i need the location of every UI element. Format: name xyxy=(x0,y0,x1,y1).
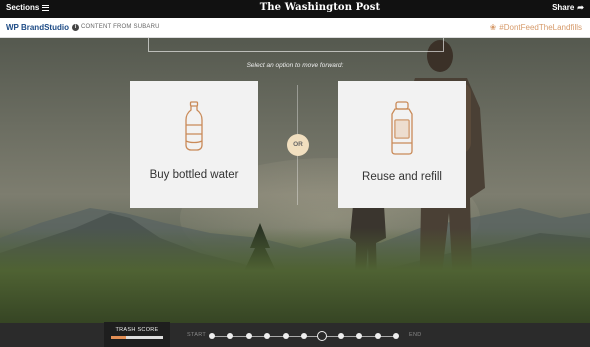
hashtag-link[interactable]: ❀ #DontFeedTheLandfills xyxy=(490,23,582,32)
grass-foreground xyxy=(0,228,590,323)
progress-step xyxy=(337,333,344,339)
twitter-bird-icon: ❀ xyxy=(489,23,497,32)
progress-end-label: END xyxy=(409,332,422,338)
option-buy-bottled-water[interactable]: Buy bottled water xyxy=(130,81,258,208)
refillable-bottle-icon xyxy=(338,101,466,155)
progress-step xyxy=(301,333,307,339)
trash-score-meter xyxy=(111,336,163,339)
plastic-bottle-icon xyxy=(130,101,258,151)
brand-studio-label: WP BrandStudio xyxy=(6,23,69,32)
option-label: Reuse and refill xyxy=(362,171,442,183)
info-icon[interactable]: i xyxy=(71,24,79,31)
trash-score-panel: TRASH SCORE xyxy=(104,322,170,347)
trash-score-fill xyxy=(111,336,126,339)
trash-score-label: TRASH SCORE xyxy=(115,327,159,333)
step-title-box xyxy=(148,38,444,52)
progress-step xyxy=(393,333,399,339)
washington-post-logo[interactable]: The Washington Post xyxy=(0,2,590,13)
share-button[interactable]: Share ➦ xyxy=(552,3,584,12)
progress-step xyxy=(245,333,252,339)
brand-studio-link[interactable]: WP BrandStudio i xyxy=(6,23,79,32)
progress-step xyxy=(282,333,289,339)
or-badge: OR xyxy=(287,134,309,156)
option-reuse-and-refill[interactable]: Reuse and refill xyxy=(338,81,466,208)
option-label: Buy bottled water xyxy=(149,169,239,181)
share-arrow-icon: ➦ xyxy=(577,3,584,12)
progress-start-label: START xyxy=(187,332,207,338)
share-label: Share xyxy=(552,3,575,12)
hashtag-text: #DontFeedTheLandfills xyxy=(499,23,582,32)
top-navigation-bar: Sections The Washington Post Share ➦ xyxy=(0,0,590,18)
progress-bar-footer xyxy=(0,323,590,347)
step-title-text xyxy=(149,38,443,45)
instruction-text: Select an option to move forward: xyxy=(246,62,344,69)
hiking-background-image xyxy=(0,38,590,323)
sponsor-label: CONTENT FROM SUBARU xyxy=(81,24,160,30)
progress-step xyxy=(374,333,381,339)
progress-step xyxy=(209,333,215,339)
brand-studio-bar: WP BrandStudio i CONTENT FROM SUBARU ❀ #… xyxy=(0,18,590,38)
